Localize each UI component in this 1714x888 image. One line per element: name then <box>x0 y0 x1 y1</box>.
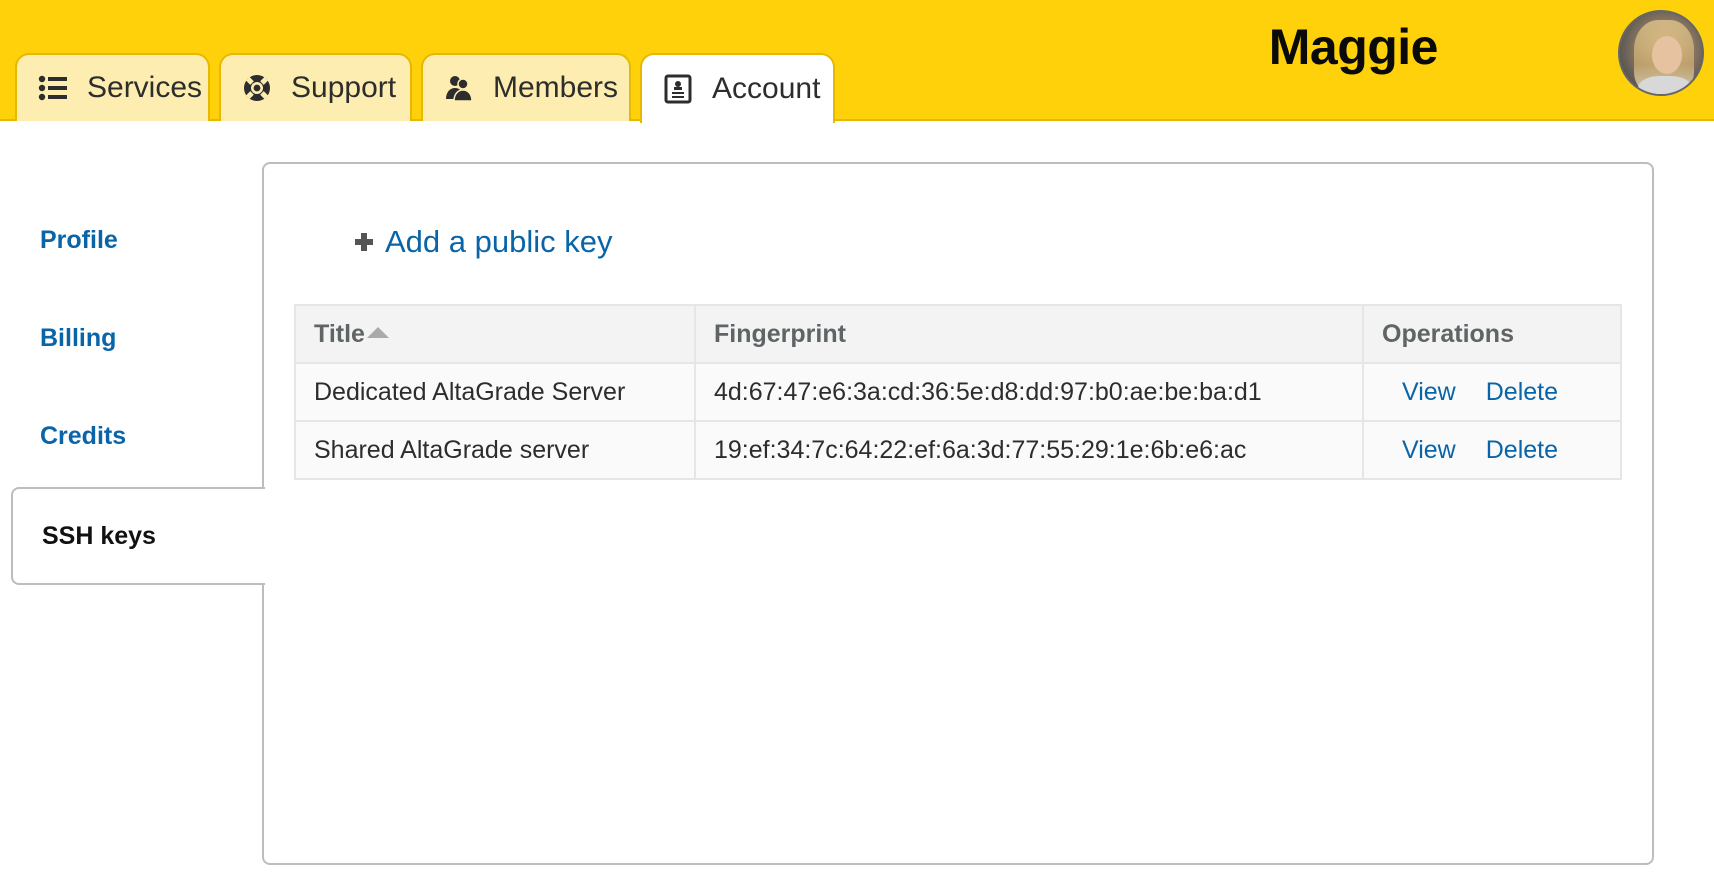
table-row: Dedicated AltaGrade Server 4d:67:47:e6:3… <box>294 362 1622 422</box>
user-name[interactable]: Maggie <box>1269 18 1439 76</box>
view-button[interactable]: View <box>1402 378 1456 406</box>
delete-button[interactable]: Delete <box>1486 378 1558 406</box>
sidebar-item-label: SSH keys <box>42 522 156 550</box>
add-public-key-link[interactable]: Add a public key <box>355 224 612 260</box>
plus-icon <box>355 233 373 251</box>
content-panel <box>262 162 1654 865</box>
key-operations: View Delete <box>1362 362 1622 422</box>
sidebar-item-billing[interactable]: Billing <box>40 324 116 353</box>
tab-account[interactable]: Account <box>640 53 835 123</box>
key-operations: View Delete <box>1362 420 1622 480</box>
column-title-label: Title <box>314 319 365 348</box>
column-fingerprint-label: Fingerprint <box>714 319 846 348</box>
sidebar-item-profile[interactable]: Profile <box>40 226 118 255</box>
tab-members[interactable]: Members <box>421 53 631 121</box>
avatar-shirt <box>1638 76 1692 94</box>
key-title: Shared AltaGrade server <box>294 420 696 480</box>
tab-label: Account <box>712 72 821 105</box>
table-row: Shared AltaGrade server 19:ef:34:7c:64:2… <box>294 420 1622 480</box>
tab-label: Support <box>291 71 397 104</box>
avatar-face <box>1652 36 1682 74</box>
sidebar-item-ssh-keys[interactable]: SSH keys <box>11 487 265 585</box>
user-avatar[interactable] <box>1618 10 1704 96</box>
delete-button[interactable]: Delete <box>1486 436 1558 464</box>
tab-label: Services <box>87 71 203 104</box>
sort-ascending-icon <box>366 326 389 338</box>
key-fingerprint: 4d:67:47:e6:3a:cd:36:5e:d8:dd:97:b0:ae:b… <box>694 362 1364 422</box>
ssh-keys-table: Title Fingerprint Operations Dedicated A… <box>294 304 1622 480</box>
column-header-fingerprint: Fingerprint <box>694 304 1364 364</box>
key-title: Dedicated AltaGrade Server <box>294 362 696 422</box>
tab-support[interactable]: Support <box>219 53 412 121</box>
column-header-operations: Operations <box>1362 304 1622 364</box>
key-fingerprint: 19:ef:34:7c:64:22:ef:6a:3d:77:55:29:1e:6… <box>694 420 1364 480</box>
table-header-row: Title Fingerprint Operations <box>294 304 1622 364</box>
users-icon <box>443 72 475 104</box>
sidebar-item-credits[interactable]: Credits <box>40 422 126 451</box>
lifebuoy-icon <box>241 72 273 104</box>
contact-card-icon <box>662 73 694 105</box>
add-key-label: Add a public key <box>385 224 613 259</box>
list-icon <box>37 72 69 104</box>
column-operations-label: Operations <box>1382 319 1514 348</box>
tab-services[interactable]: Services <box>15 53 210 121</box>
tab-label: Members <box>493 71 619 104</box>
view-button[interactable]: View <box>1402 436 1456 464</box>
column-header-title[interactable]: Title <box>294 304 696 364</box>
